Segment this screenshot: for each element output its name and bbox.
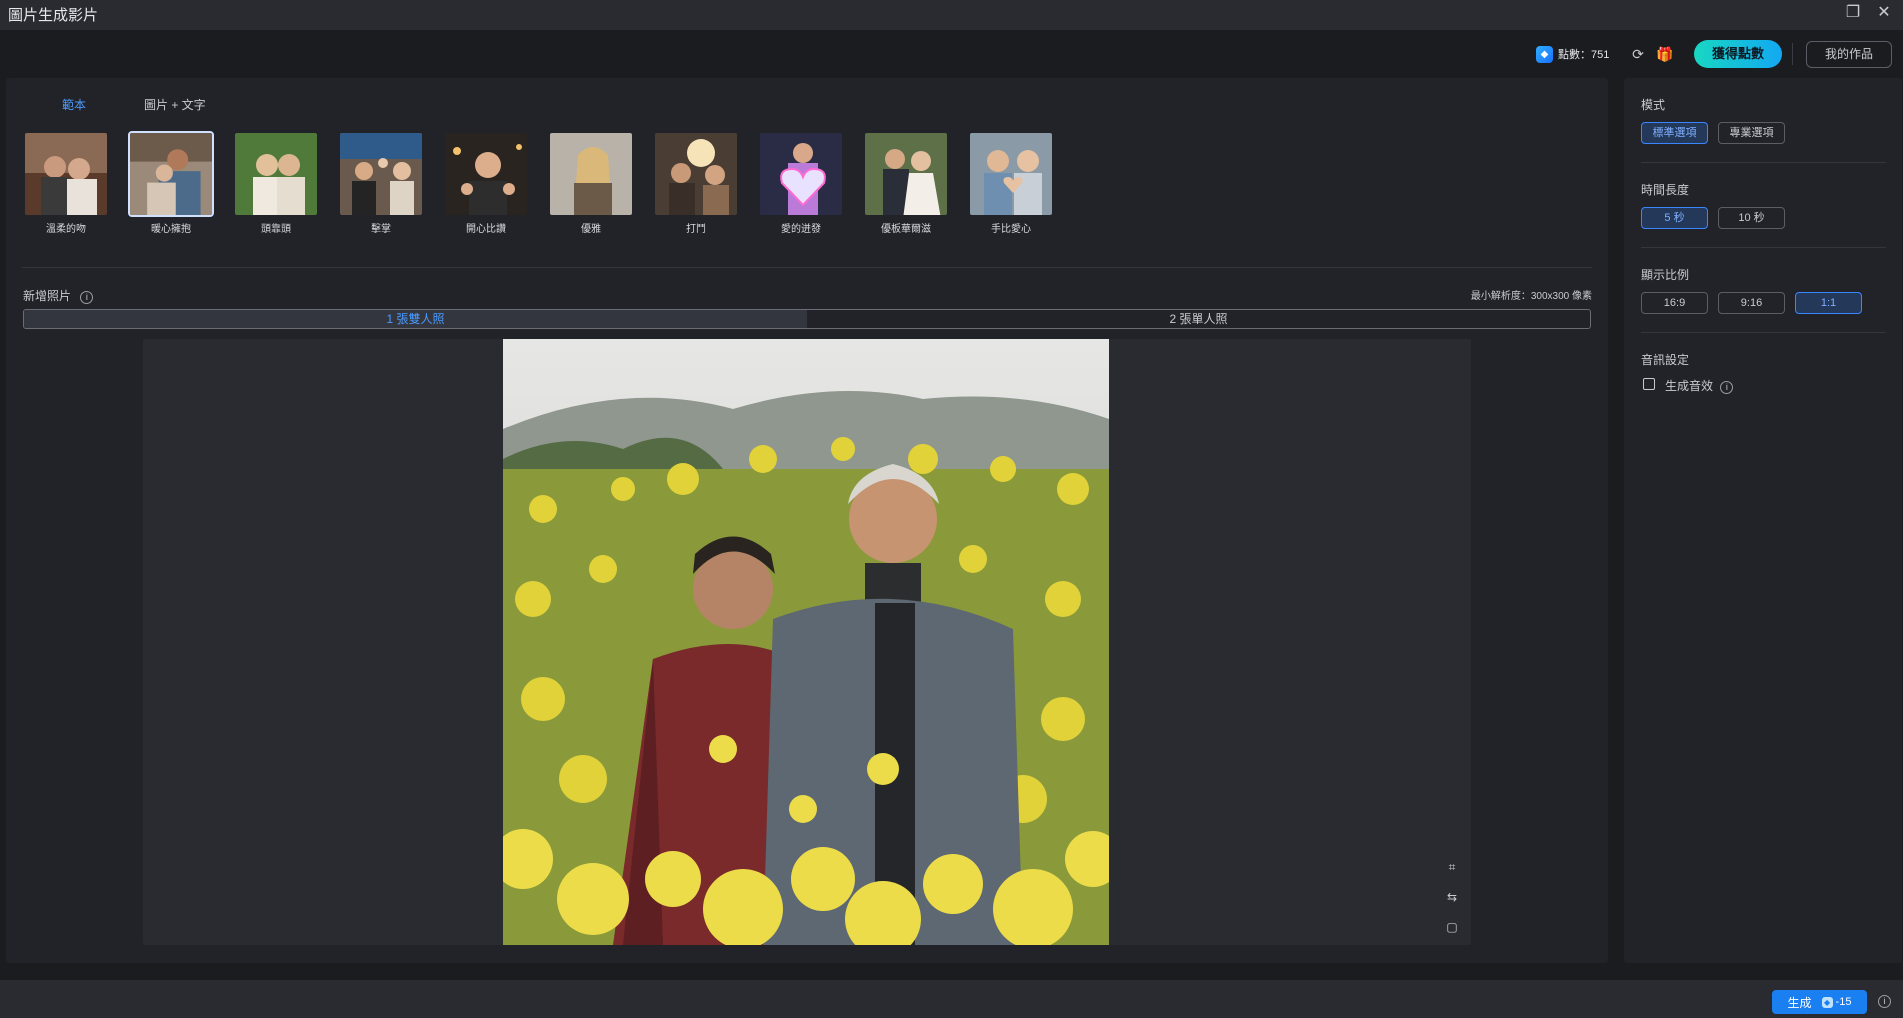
template-label: 打鬥 [686, 224, 706, 235]
gift-icon[interactable]: 🎁 [1656, 45, 1674, 63]
template-label: 溫柔的吻 [46, 224, 86, 235]
tab-templates[interactable]: 範本 [62, 96, 86, 113]
template-label: 手比愛心 [991, 224, 1031, 235]
photo-count-toggle: 1 張雙人照 2 張單人照 [23, 309, 1591, 329]
template-label: 開心比讚 [466, 224, 506, 235]
template-label: 暖心擁抱 [151, 224, 191, 235]
template-label: 頭靠頭 [261, 224, 291, 235]
template-hand-heart[interactable]: 手比愛心 [968, 131, 1054, 235]
template-thumbnail [338, 131, 424, 217]
template-love-burst[interactable]: 愛的迸發 [758, 131, 844, 235]
add-photo-title: 新增照片 [23, 289, 72, 303]
uploaded-photo[interactable] [503, 339, 1109, 945]
template-thumbnail [548, 131, 634, 217]
mode-title: 模式 [1641, 98, 1666, 112]
duration-5s-chip[interactable]: 5 秒 [1641, 207, 1708, 229]
tab-image-text[interactable]: 圖片 + 文字 [144, 96, 206, 113]
get-points-button[interactable]: 獲得點數 [1694, 40, 1782, 68]
points-indicator: ◆ 點數：751 [1536, 45, 1609, 63]
info-icon[interactable]: i [1878, 995, 1891, 1008]
min-resolution-note: 最小解析度：300x300 像素 [1470, 291, 1592, 302]
template-thumbnail [443, 131, 529, 217]
info-icon[interactable]: i [1720, 381, 1734, 394]
template-elegant[interactable]: 優雅 [548, 131, 634, 235]
template-warm-hug[interactable]: 暖心擁抱 [128, 131, 214, 235]
template-label: 愛的迸發 [781, 224, 821, 235]
preview-icon[interactable]: ▢ [1443, 918, 1461, 936]
aspect-ratio-title: 顯示比例 [1641, 268, 1690, 282]
template-waltz[interactable]: 優板華爾滋 [863, 131, 949, 235]
info-icon[interactable]: i [80, 291, 94, 304]
template-thumbnail [128, 131, 214, 217]
add-photo-heading: 新增照片 i [23, 287, 94, 304]
refresh-icon[interactable]: ⟳ [1629, 45, 1647, 63]
generate-audio-label: 生成音效 i [1665, 377, 1734, 394]
window-title: 圖片生成影片 [8, 7, 99, 24]
settings-divider [1641, 332, 1886, 333]
mode-standard-chip[interactable]: 標準選項 [1641, 122, 1708, 144]
title-bar: 圖片生成影片 ❐ ✕ [0, 0, 1903, 30]
header-separator [1792, 43, 1793, 65]
duration-10s-chip[interactable]: 10 秒 [1718, 207, 1785, 229]
generate-button[interactable]: 生成 ◆ -15 [1772, 990, 1867, 1014]
template-thumbs-up[interactable]: 開心比讚 [443, 131, 529, 235]
close-window-button[interactable]: ✕ [1875, 4, 1893, 22]
template-thumbnail [758, 131, 844, 217]
points-gem-icon: ◆ [1536, 45, 1553, 63]
option-two-single-photos[interactable]: 2 張單人照 [807, 310, 1590, 328]
my-works-button[interactable]: 我的作品 [1806, 41, 1892, 68]
template-fight[interactable]: 打鬥 [653, 131, 739, 235]
template-thumbnail [863, 131, 949, 217]
template-thumbnail [653, 131, 739, 217]
template-gentle-kiss[interactable]: 溫柔的吻 [23, 131, 109, 235]
settings-divider [1641, 247, 1886, 248]
restore-window-button[interactable]: ❐ [1844, 4, 1862, 22]
audio-settings-title: 音訊設定 [1641, 353, 1690, 367]
generate-cost-value: -15 [1835, 996, 1852, 1008]
crop-icon[interactable]: ⌗ [1443, 858, 1461, 876]
ratio-9-16-chip[interactable]: 9:16 [1718, 292, 1785, 314]
replace-image-icon[interactable]: ⇆ [1443, 888, 1461, 906]
points-gem-icon: ◆ [1821, 996, 1833, 1008]
section-divider [22, 267, 1592, 268]
generate-audio-checkbox[interactable] [1643, 378, 1655, 390]
ratio-1-1-chip[interactable]: 1:1 [1795, 292, 1862, 314]
ratio-16-9-chip[interactable]: 16:9 [1641, 292, 1708, 314]
option-one-couple-photo[interactable]: 1 張雙人照 [24, 310, 807, 328]
generate-label: 生成 [1787, 995, 1812, 1010]
bottom-bar [0, 980, 1903, 1018]
template-high-five[interactable]: 擊掌 [338, 131, 424, 235]
generate-cost: ◆ -15 [1821, 996, 1852, 1008]
generate-audio-text: 生成音效 [1665, 379, 1714, 393]
template-thumbnail [23, 131, 109, 217]
template-label: 擊掌 [371, 224, 391, 235]
settings-divider [1641, 162, 1886, 163]
template-label: 優板華爾滋 [881, 224, 931, 235]
template-thumbnail [233, 131, 319, 217]
template-head-to-head[interactable]: 頭靠頭 [233, 131, 319, 235]
template-thumbnail [968, 131, 1054, 217]
points-label: 點數：751 [1558, 49, 1610, 61]
mode-pro-chip[interactable]: 專業選項 [1718, 122, 1785, 144]
template-label: 優雅 [581, 224, 601, 235]
duration-title: 時間長度 [1641, 183, 1690, 197]
